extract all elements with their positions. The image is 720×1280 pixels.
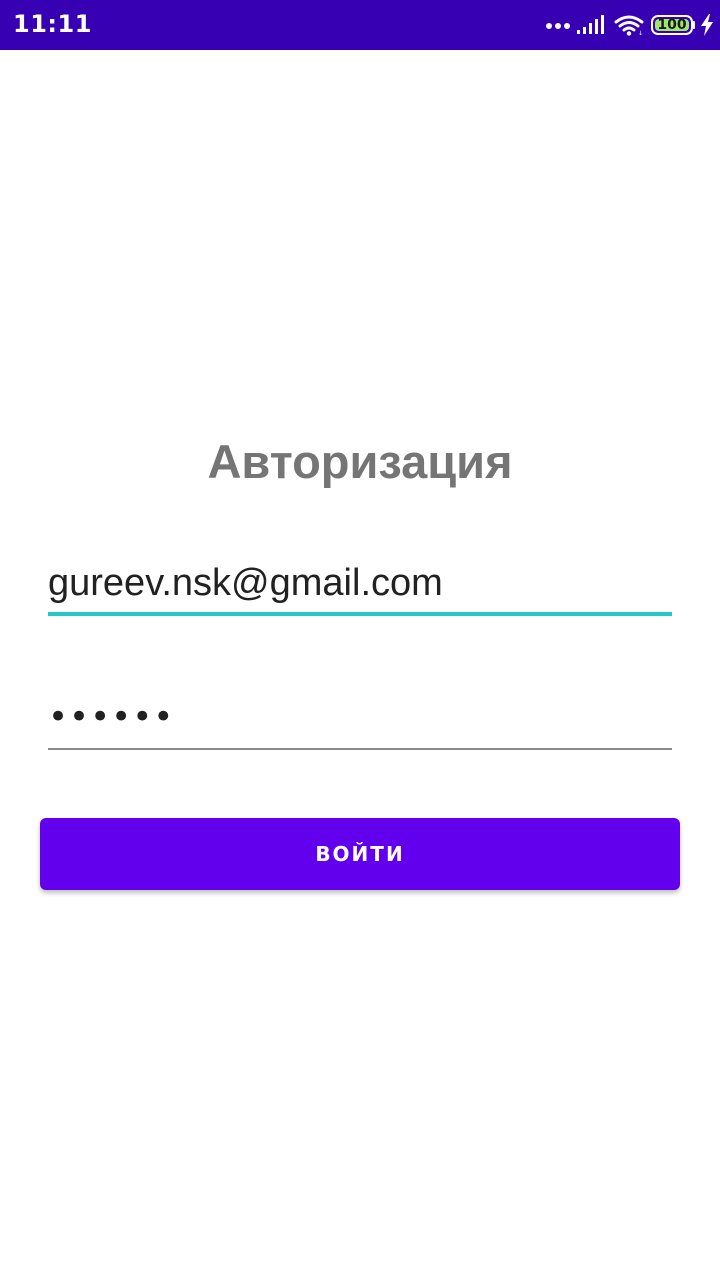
page-title: Авторизация (207, 435, 513, 488)
wifi-icon: ↓ (614, 15, 644, 36)
login-button[interactable]: войти (40, 818, 680, 890)
status-time: 11:11 (13, 10, 92, 38)
battery-icon: 100 (651, 15, 695, 35)
status-bar: 11:11 ↓ 100 (0, 0, 720, 50)
battery-level: 100 (657, 17, 687, 33)
svg-text:↓: ↓ (638, 30, 643, 36)
email-value[interactable]: gureev.nsk@gmail.com (48, 556, 672, 610)
status-icons: ↓ 100 (545, 0, 714, 50)
more-dots-icon (546, 23, 570, 29)
password-value[interactable]: •••••• (48, 690, 672, 744)
email-field[interactable]: gureev.nsk@gmail.com (48, 556, 672, 616)
charging-icon (701, 14, 713, 36)
battery-tip (693, 21, 695, 29)
password-field[interactable]: •••••• (48, 690, 672, 750)
signal-icon (577, 15, 604, 34)
